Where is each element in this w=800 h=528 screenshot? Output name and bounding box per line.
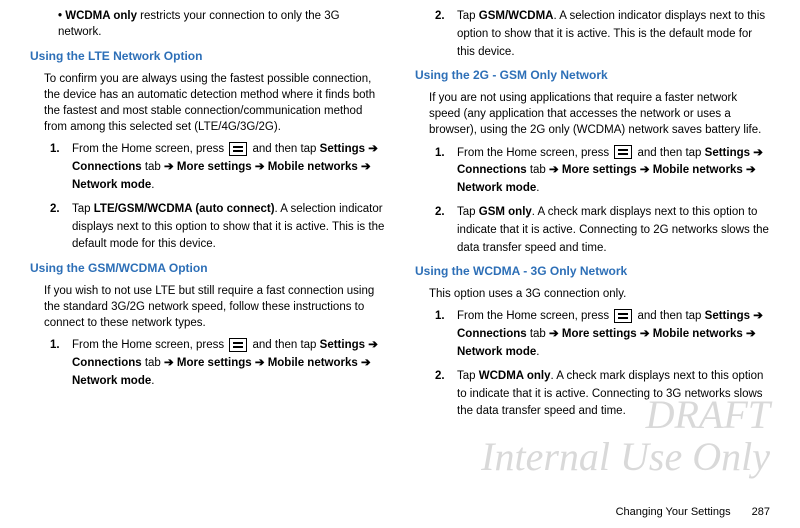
heading-lte: Using the LTE Network Option	[30, 48, 385, 65]
step-number: 1.	[435, 145, 457, 198]
arrow-icon: ➔	[361, 357, 371, 369]
wcdma-only-bullet: • WCDMA only restricts your connection t…	[58, 8, 385, 40]
nav-connections: Connections	[72, 357, 142, 369]
arrow-icon: ➔	[361, 161, 371, 173]
arrow-icon: ➔	[640, 164, 650, 176]
step-number: 2.	[435, 8, 457, 61]
arrow-icon: ➔	[549, 164, 559, 176]
step-text: Tap	[457, 370, 479, 382]
menu-icon	[614, 145, 632, 159]
heading-3g: Using the WCDMA - 3G Only Network	[415, 263, 770, 280]
nav-more: More settings	[177, 161, 252, 173]
period: .	[536, 346, 539, 358]
step-text: From the Home screen, press	[72, 339, 227, 351]
wcdma-step-2: 2. Tap WCDMA only. A check mark displays…	[435, 368, 770, 421]
page-number: 287	[752, 506, 770, 518]
nav-tab: tab	[527, 164, 549, 176]
period: .	[151, 375, 154, 387]
period: .	[536, 182, 539, 194]
para-lte: To confirm you are always using the fast…	[44, 71, 385, 135]
step-text: Tap	[457, 10, 479, 22]
wcdma-step-1: 1. From the Home screen, press and then …	[435, 308, 770, 361]
nav-connections: Connections	[457, 164, 527, 176]
step-number: 1.	[435, 308, 457, 361]
step-text: and then tap	[249, 339, 319, 351]
nav-settings: Settings	[705, 310, 750, 322]
nav-mode: Network mode	[72, 375, 151, 387]
page-footer: Changing Your Settings 287	[616, 505, 770, 520]
nav-mobile: Mobile networks	[653, 164, 743, 176]
menu-icon	[614, 309, 632, 323]
nav-connections: Connections	[72, 161, 142, 173]
arrow-icon: ➔	[746, 328, 756, 340]
para-3g: This option uses a 3G connection only.	[429, 286, 770, 302]
arrow-icon: ➔	[753, 310, 763, 322]
option-bold: GSM only	[479, 206, 532, 218]
nav-more: More settings	[177, 357, 252, 369]
step-text: and then tap	[634, 147, 704, 159]
step-text: From the Home screen, press	[72, 143, 227, 155]
option-bold: GSM/WCDMA	[479, 10, 554, 22]
right-column: 2. Tap GSM/WCDMA. A selection indicator …	[415, 8, 770, 427]
footer-title: Changing Your Settings	[616, 506, 731, 518]
step-number: 2.	[435, 368, 457, 421]
arrow-icon: ➔	[255, 161, 265, 173]
lte-step-2: 2. Tap LTE/GSM/WCDMA (auto connect). A s…	[50, 201, 385, 254]
para-2g: If you are not using applications that r…	[429, 90, 770, 138]
step-number: 1.	[50, 141, 72, 194]
step-text: Tap	[457, 206, 479, 218]
arrow-icon: ➔	[746, 164, 756, 176]
arrow-icon: ➔	[753, 147, 763, 159]
nav-mode: Network mode	[457, 346, 536, 358]
menu-icon	[229, 338, 247, 352]
step-text: Tap	[72, 203, 94, 215]
heading-2g: Using the 2G - GSM Only Network	[415, 67, 770, 84]
nav-mode: Network mode	[457, 182, 536, 194]
para-gsmwcdma: If you wish to not use LTE but still req…	[44, 283, 385, 331]
watermark-line2: Internal Use Only	[481, 436, 770, 478]
bullet-bold: • WCDMA only	[58, 10, 137, 22]
gsm-step-2: 2. Tap GSM only. A check mark displays n…	[435, 204, 770, 257]
arrow-icon: ➔	[368, 339, 378, 351]
nav-tab: tab	[527, 328, 549, 340]
arrow-icon: ➔	[164, 161, 174, 173]
nav-tab: tab	[142, 357, 164, 369]
period: .	[151, 179, 154, 191]
nav-settings: Settings	[705, 147, 750, 159]
gsmwcdma-step-1: 1. From the Home screen, press and then …	[50, 337, 385, 390]
nav-more: More settings	[562, 164, 637, 176]
step-number: 2.	[50, 201, 72, 254]
option-bold: WCDMA only	[479, 370, 551, 382]
option-bold: LTE/GSM/WCDMA (auto connect)	[94, 203, 275, 215]
step-number: 1.	[50, 337, 72, 390]
nav-connections: Connections	[457, 328, 527, 340]
step-text: and then tap	[634, 310, 704, 322]
arrow-icon: ➔	[640, 328, 650, 340]
nav-mobile: Mobile networks	[268, 161, 358, 173]
nav-mobile: Mobile networks	[653, 328, 743, 340]
step-text: From the Home screen, press	[457, 310, 612, 322]
nav-mobile: Mobile networks	[268, 357, 358, 369]
arrow-icon: ➔	[549, 328, 559, 340]
nav-settings: Settings	[320, 143, 365, 155]
arrow-icon: ➔	[164, 357, 174, 369]
menu-icon	[229, 142, 247, 156]
nav-tab: tab	[142, 161, 164, 173]
arrow-icon: ➔	[368, 143, 378, 155]
step-number: 2.	[435, 204, 457, 257]
left-column: • WCDMA only restricts your connection t…	[30, 8, 385, 427]
gsm-step-1: 1. From the Home screen, press and then …	[435, 145, 770, 198]
nav-more: More settings	[562, 328, 637, 340]
nav-mode: Network mode	[72, 179, 151, 191]
step-text: and then tap	[249, 143, 319, 155]
heading-gsmwcdma: Using the GSM/WCDMA Option	[30, 260, 385, 277]
step-text: From the Home screen, press	[457, 147, 612, 159]
nav-settings: Settings	[320, 339, 365, 351]
gsmwcdma-step-2: 2. Tap GSM/WCDMA. A selection indicator …	[435, 8, 770, 61]
arrow-icon: ➔	[255, 357, 265, 369]
lte-step-1: 1. From the Home screen, press and then …	[50, 141, 385, 194]
